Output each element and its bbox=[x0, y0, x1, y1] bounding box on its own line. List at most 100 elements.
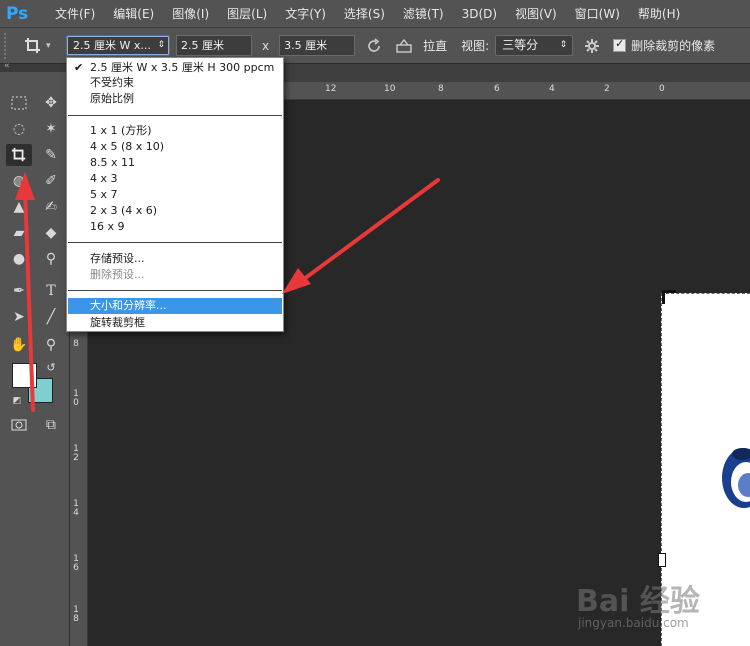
baidu-jingyan-watermark: Bai 经验 jingyan.baidu.com bbox=[576, 576, 746, 636]
ruler-number: 2 bbox=[604, 84, 610, 94]
dropdown-item-ratio[interactable]: 1 x 1 (方形) bbox=[68, 123, 282, 139]
dropdown-item-label: 2.5 厘米 W x 3.5 厘米 H 300 ppcm bbox=[90, 61, 275, 74]
straighten-label[interactable]: 拉直 bbox=[423, 37, 447, 54]
dropdown-item-ratio[interactable]: 2 x 3 (4 x 6) bbox=[68, 203, 282, 219]
crop-ratio-select[interactable]: 2.5 厘米 W x... ⇕ bbox=[66, 35, 170, 56]
toolbar-header[interactable]: « bbox=[0, 61, 70, 72]
ruler-number: 1 2 bbox=[73, 444, 79, 463]
swap-colors-icon[interactable]: ↺ bbox=[38, 356, 64, 378]
checkmark-icon: ✔ bbox=[74, 61, 84, 74]
menu-items: 文件(F) 编辑(E) 图像(I) 图层(L) 文字(Y) 选择(S) 滤镜(T… bbox=[46, 0, 689, 28]
zoom-tool-icon[interactable]: ⚲ bbox=[38, 334, 64, 356]
brush-tool-icon[interactable]: ✐ bbox=[38, 170, 64, 192]
menu-3d[interactable]: 3D(D) bbox=[453, 0, 506, 28]
dropdown-separator bbox=[68, 290, 282, 291]
dropdown-item-original-ratio[interactable]: 原始比例 bbox=[68, 91, 282, 107]
menu-select[interactable]: 选择(S) bbox=[335, 0, 394, 28]
document-image-graphic bbox=[722, 448, 750, 508]
swap-rotate-icon[interactable] bbox=[361, 33, 387, 59]
marquee-tool-icon[interactable] bbox=[6, 92, 32, 114]
menu-layer[interactable]: 图层(L) bbox=[218, 0, 276, 28]
ruler-number: 8 bbox=[438, 84, 444, 94]
dropdown-separator bbox=[68, 242, 282, 243]
photoshop-logo: Ps bbox=[6, 3, 29, 24]
dropdown-item-size-resolution[interactable]: 大小和分辨率... bbox=[68, 298, 282, 314]
quick-mask-icon[interactable] bbox=[6, 414, 32, 436]
dodge-tool-icon[interactable]: ⚲ bbox=[38, 248, 64, 270]
healing-brush-icon[interactable]: ◍ bbox=[6, 170, 32, 192]
menu-view[interactable]: 视图(V) bbox=[506, 0, 566, 28]
crop-width-field[interactable]: 2.5 厘米 bbox=[176, 35, 252, 56]
menu-bar: Ps 文件(F) 编辑(E) 图像(I) 图层(L) 文字(Y) 选择(S) 滤… bbox=[0, 0, 750, 28]
dropdown-item-ratio[interactable]: 4 x 3 bbox=[68, 171, 282, 187]
menu-type[interactable]: 文字(Y) bbox=[276, 0, 335, 28]
line-tool-icon[interactable]: ╱ bbox=[38, 306, 64, 328]
dropdown-item-unconstrained[interactable]: 不受约束 bbox=[68, 75, 282, 91]
dropdown-item-rotate-crop-box[interactable]: 旋转裁剪框 bbox=[68, 315, 282, 331]
collapse-icon[interactable]: « bbox=[4, 61, 10, 71]
menu-help[interactable]: 帮助(H) bbox=[629, 0, 689, 28]
delete-cropped-checkbox[interactable] bbox=[613, 37, 627, 52]
menu-edit[interactable]: 编辑(E) bbox=[104, 0, 163, 28]
screen-mode-icon[interactable]: ⧉ bbox=[38, 414, 64, 436]
straighten-icon[interactable] bbox=[391, 33, 417, 59]
ruler-number: 1 0 bbox=[73, 389, 79, 408]
dropdown-item-ratio[interactable]: 8.5 x 11 bbox=[68, 155, 282, 171]
paint-bucket-icon[interactable]: ◆ bbox=[38, 222, 64, 244]
crop-corner-handle[interactable] bbox=[662, 290, 676, 304]
watermark-url: jingyan.baidu.com bbox=[578, 616, 689, 630]
default-colors-icon[interactable]: ◩ bbox=[4, 390, 30, 412]
crop-side-handle[interactable] bbox=[658, 553, 666, 567]
blur-tool-icon[interactable]: ● bbox=[6, 248, 32, 270]
dropdown-item-ratio[interactable]: 5 x 7 bbox=[68, 187, 282, 203]
dropdown-item-delete-preset: 删除预设... bbox=[90, 268, 145, 281]
menu-file[interactable]: 文件(F) bbox=[46, 0, 104, 28]
stamp-tool-icon[interactable]: ▲ bbox=[6, 196, 32, 218]
move-tool-icon[interactable]: ✥ bbox=[38, 92, 64, 114]
ruler-number: 0 bbox=[659, 84, 665, 94]
crop-tool-icon[interactable] bbox=[6, 144, 32, 166]
ruler-number: 4 bbox=[549, 84, 555, 94]
eyedropper-icon[interactable]: ✎ bbox=[38, 144, 64, 166]
history-brush-icon[interactable]: ✍ bbox=[38, 196, 64, 218]
ruler-number: 10 bbox=[384, 84, 396, 94]
tools-panel: ✥ ◌ ✶ ✎ ◍ ✐ ▲ ✍ ▰ ◆ ● ⚲ ✒ T ➤ ╱ ✋ ⚲ ↺ ◩ … bbox=[0, 72, 70, 646]
gear-icon[interactable] bbox=[579, 33, 605, 59]
menu-image[interactable]: 图像(I) bbox=[163, 0, 218, 28]
updown-arrow-icon: ⇕ bbox=[559, 40, 568, 50]
crop-height-field[interactable]: 3.5 厘米 bbox=[279, 35, 356, 56]
ruler-number: 1 8 bbox=[73, 605, 79, 624]
dropdown-separator bbox=[68, 115, 282, 116]
ruler-number: 6 bbox=[494, 84, 500, 94]
ruler-number: 12 bbox=[325, 84, 337, 94]
crop-ratio-value: 2.5 厘米 W x... bbox=[73, 39, 151, 52]
crop-ratio-dropdown: ✔ 2.5 厘米 W x 3.5 厘米 H 300 ppcm 不受约束 原始比例… bbox=[66, 57, 284, 332]
dropdown-item-ratio[interactable]: 4 x 5 (8 x 10) bbox=[68, 139, 282, 155]
tool-preset-arrow-icon[interactable]: ▾ bbox=[46, 41, 56, 51]
type-tool-icon[interactable]: T bbox=[38, 280, 64, 302]
foreground-color-swatch[interactable] bbox=[12, 363, 37, 388]
view-label: 视图: bbox=[461, 39, 490, 53]
crop-icon[interactable] bbox=[20, 34, 46, 58]
hand-tool-icon[interactable]: ✋ bbox=[6, 334, 32, 356]
magic-wand-icon[interactable]: ✶ bbox=[38, 118, 64, 140]
view-overlay-value: 三等分 bbox=[502, 38, 539, 52]
dropdown-item-save-preset[interactable]: 存储预设... bbox=[68, 251, 282, 267]
view-overlay-select[interactable]: 三等分 ⇕ bbox=[495, 35, 574, 56]
ruler-number: 1 6 bbox=[73, 554, 79, 573]
dropdown-item-ratio[interactable]: 16 x 9 bbox=[68, 219, 282, 235]
ruler-number: 8 bbox=[73, 339, 79, 349]
delete-cropped-label[interactable]: 删除裁剪的像素 bbox=[631, 37, 715, 54]
updown-arrow-icon: ⇕ bbox=[157, 40, 165, 50]
dimension-separator: x bbox=[262, 38, 270, 53]
lasso-tool-icon[interactable]: ◌ bbox=[6, 118, 32, 140]
ruler-number: 1 4 bbox=[73, 499, 79, 518]
eraser-tool-icon[interactable]: ▰ bbox=[6, 222, 32, 244]
dropdown-item-current-preset[interactable]: ✔ 2.5 厘米 W x 3.5 厘米 H 300 ppcm bbox=[68, 60, 282, 76]
watermark-brand: Bai 经验 bbox=[576, 584, 700, 619]
path-selection-icon[interactable]: ➤ bbox=[6, 306, 32, 328]
menu-filter[interactable]: 滤镜(T) bbox=[394, 0, 453, 28]
menu-window[interactable]: 窗口(W) bbox=[566, 0, 629, 28]
options-grip[interactable] bbox=[4, 32, 10, 59]
pen-tool-icon[interactable]: ✒ bbox=[6, 280, 32, 302]
